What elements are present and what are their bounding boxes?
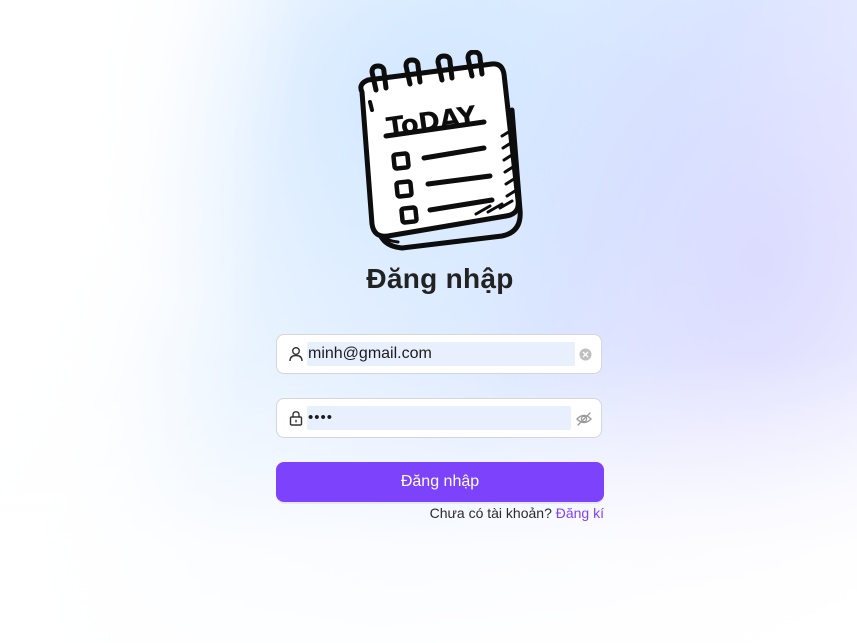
lock-icon [288, 410, 304, 426]
email-input[interactable]: minh@gmail.com [308, 345, 432, 363]
signup-prompt-text: Chưa có tài khoản? [429, 505, 552, 521]
password-autofill-highlight [307, 406, 571, 430]
notepad-checklist-icon: ToDAY [358, 49, 523, 251]
login-button[interactable]: Đăng nhập [276, 462, 604, 502]
page-title: Đăng nhập [366, 263, 514, 294]
signup-link[interactable]: Đăng kí [556, 505, 604, 521]
email-field[interactable]: minh@gmail.com [276, 334, 602, 374]
today-logo: ToDAY [352, 49, 528, 256]
password-input[interactable]: •••• [308, 409, 333, 427]
eye-off-icon[interactable] [575, 410, 593, 428]
clear-icon[interactable] [579, 348, 592, 361]
password-field[interactable]: •••• [276, 398, 602, 438]
user-icon [288, 346, 304, 362]
signup-prompt: Chưa có tài khoản? Đăng kí [276, 505, 604, 521]
